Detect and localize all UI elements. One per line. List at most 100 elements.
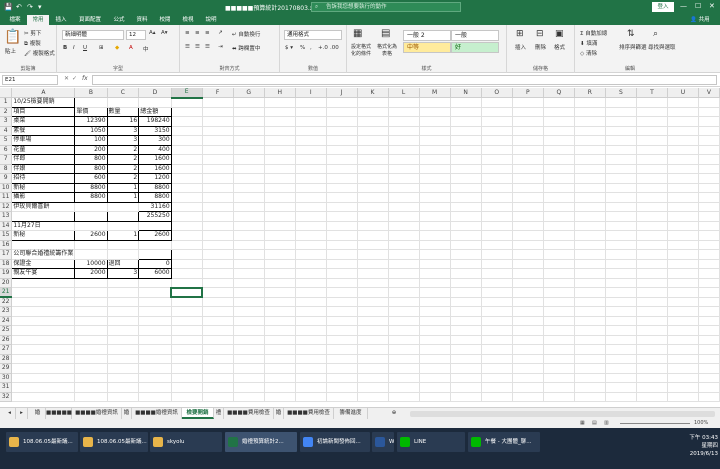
cell-d25[interactable] bbox=[138, 325, 172, 336]
cell-b29[interactable] bbox=[74, 363, 108, 374]
cell[interactable] bbox=[481, 164, 513, 174]
cell[interactable] bbox=[512, 221, 544, 231]
cell[interactable] bbox=[419, 287, 451, 298]
taskbar-item[interactable]: 午餐 - 大團體_聊... bbox=[468, 432, 540, 452]
cell[interactable] bbox=[450, 173, 482, 184]
cell-a6[interactable]: 花童 bbox=[11, 145, 76, 155]
cell[interactable] bbox=[512, 325, 544, 336]
cell[interactable] bbox=[264, 297, 296, 307]
view-normal-icon[interactable]: ▦ bbox=[580, 420, 585, 426]
cell[interactable] bbox=[574, 354, 606, 364]
cell[interactable] bbox=[450, 221, 482, 231]
cell[interactable] bbox=[450, 107, 482, 117]
cell[interactable] bbox=[264, 107, 296, 117]
cell[interactable] bbox=[698, 344, 720, 355]
row-header[interactable]: 22 bbox=[0, 297, 13, 307]
sheet-tab[interactable]: ■■■■婚禮資訊 bbox=[132, 408, 182, 419]
cell[interactable] bbox=[388, 202, 420, 212]
cell[interactable] bbox=[295, 230, 327, 241]
cell[interactable] bbox=[667, 230, 699, 241]
cell[interactable] bbox=[357, 107, 389, 117]
tab-formulas[interactable]: 公式 bbox=[108, 15, 130, 25]
cell[interactable] bbox=[667, 183, 699, 193]
cell[interactable] bbox=[543, 192, 575, 203]
cell-d17[interactable] bbox=[138, 249, 172, 260]
cell[interactable] bbox=[419, 107, 451, 117]
cell[interactable] bbox=[698, 135, 720, 146]
cell[interactable] bbox=[574, 183, 606, 193]
cell-d22[interactable] bbox=[138, 297, 172, 307]
column-header-q[interactable]: Q bbox=[543, 88, 575, 98]
cell[interactable] bbox=[605, 221, 637, 231]
cell[interactable] bbox=[636, 173, 668, 184]
cell[interactable] bbox=[543, 202, 575, 212]
cell[interactable] bbox=[295, 221, 327, 231]
row-header[interactable]: 1 bbox=[0, 97, 13, 108]
find-select-button[interactable]: 尋找與選取 bbox=[648, 43, 676, 51]
cell[interactable] bbox=[419, 230, 451, 241]
cell[interactable] bbox=[450, 354, 482, 364]
conditional-format-icon[interactable]: ▦ bbox=[353, 28, 362, 39]
cell-a28[interactable] bbox=[11, 354, 76, 364]
cell[interactable] bbox=[357, 116, 389, 127]
cell[interactable] bbox=[574, 126, 606, 136]
cell[interactable] bbox=[419, 325, 451, 336]
cell[interactable] bbox=[512, 202, 544, 212]
cell[interactable] bbox=[264, 154, 296, 165]
cell[interactable] bbox=[357, 183, 389, 193]
cell[interactable] bbox=[295, 306, 327, 317]
taskbar-item[interactable]: 108.06.05最新議... bbox=[6, 432, 78, 452]
cell-b20[interactable] bbox=[74, 278, 108, 288]
cell[interactable] bbox=[171, 173, 203, 184]
cell-d23[interactable] bbox=[138, 306, 172, 317]
cell[interactable] bbox=[388, 145, 420, 155]
cell[interactable] bbox=[419, 135, 451, 146]
column-header-g[interactable]: G bbox=[233, 88, 265, 98]
cell[interactable] bbox=[357, 249, 389, 260]
cell[interactable] bbox=[481, 373, 513, 383]
cell[interactable] bbox=[450, 316, 482, 326]
cell[interactable] bbox=[543, 107, 575, 117]
fill-button[interactable]: ⬇ 填滿 bbox=[580, 39, 597, 47]
cell-b15[interactable]: 2600 bbox=[74, 230, 108, 241]
sheet-tab[interactable]: 婚 bbox=[30, 408, 46, 419]
cell[interactable] bbox=[202, 154, 234, 165]
cell-c19[interactable]: 3 bbox=[107, 268, 140, 279]
cell-b7[interactable]: 800 bbox=[74, 154, 108, 165]
cell[interactable] bbox=[357, 230, 389, 241]
cell[interactable] bbox=[636, 135, 668, 146]
cell[interactable] bbox=[171, 306, 203, 317]
cell[interactable] bbox=[326, 278, 358, 288]
cell[interactable] bbox=[481, 107, 513, 117]
column-header-h[interactable]: H bbox=[264, 88, 296, 98]
cell[interactable] bbox=[605, 259, 637, 269]
sort-filter-button[interactable]: 排序與篩選 bbox=[619, 43, 647, 51]
cell[interactable] bbox=[233, 240, 265, 250]
cell-a15[interactable]: 新秘 bbox=[11, 230, 76, 241]
cell[interactable] bbox=[202, 240, 234, 250]
cell[interactable] bbox=[388, 278, 420, 288]
cell[interactable] bbox=[326, 154, 358, 165]
cell[interactable] bbox=[326, 373, 358, 383]
cell[interactable] bbox=[233, 173, 265, 184]
cell-c17[interactable] bbox=[107, 249, 140, 260]
row-header[interactable]: 19 bbox=[0, 268, 13, 279]
tab-file[interactable]: 檔案 bbox=[4, 15, 26, 25]
login-button[interactable]: 登入 bbox=[652, 2, 674, 12]
sheet-tab[interactable]: ■■■■費用檢查 bbox=[284, 408, 334, 419]
cell[interactable] bbox=[667, 382, 699, 393]
column-header-t[interactable]: T bbox=[636, 88, 668, 98]
cell[interactable] bbox=[636, 116, 668, 127]
cell[interactable] bbox=[512, 211, 544, 222]
cell-c18[interactable]: 退回 bbox=[107, 258, 140, 269]
cell[interactable] bbox=[636, 154, 668, 165]
cell[interactable] bbox=[667, 344, 699, 355]
cell[interactable] bbox=[512, 382, 544, 393]
cell[interactable] bbox=[636, 97, 668, 108]
cell[interactable] bbox=[357, 363, 389, 374]
cell-d21[interactable] bbox=[138, 287, 172, 298]
cell-a5[interactable]: 停車場 bbox=[11, 135, 76, 146]
cell[interactable] bbox=[357, 173, 389, 184]
cell[interactable] bbox=[698, 335, 720, 345]
cell[interactable] bbox=[295, 107, 327, 117]
